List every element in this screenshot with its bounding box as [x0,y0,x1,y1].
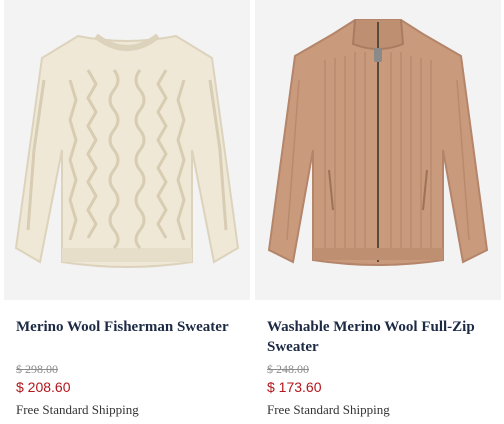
sale-price: $ 173.60 [267,379,322,395]
shipping-note: Free Standard Shipping [16,402,139,417]
product-card: Merino Wool Fisherman Sweater $ 298.00 $… [4,0,252,424]
original-price: $ 248.00 [267,362,309,376]
product-image-link[interactable] [255,0,501,300]
product-title-link[interactable]: Merino Wool Fisherman Sweater [16,317,248,337]
original-price: $ 298.00 [16,362,58,376]
product-image-full-zip-sweater [255,0,501,300]
sale-price: $ 208.60 [16,379,71,395]
product-grid: Merino Wool Fisherman Sweater $ 298.00 $… [0,0,504,424]
product-image-fisherman-sweater [4,0,250,300]
product-title-link[interactable]: Washable Merino Wool Full-Zip Sweater [267,317,499,357]
product-image-link[interactable] [4,0,250,300]
product-card: Washable Merino Wool Full-Zip Sweater $ … [255,0,503,424]
shipping-note: Free Standard Shipping [267,402,390,417]
